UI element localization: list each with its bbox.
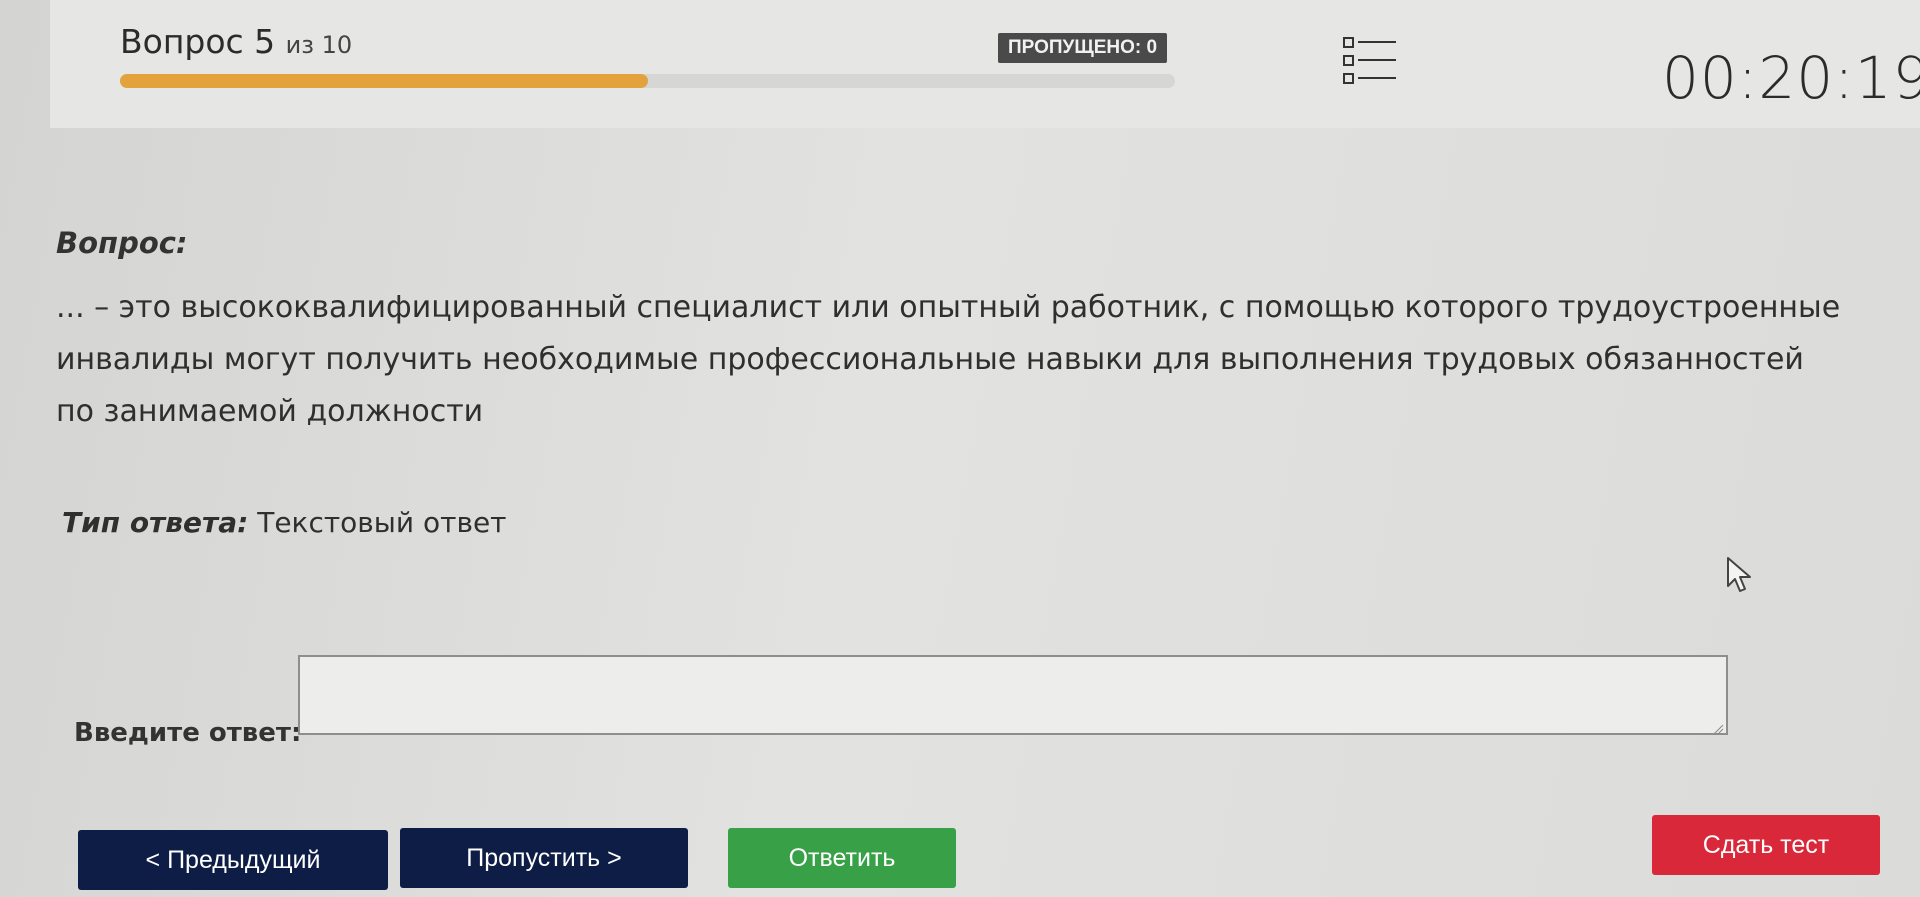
answer-button[interactable]: Ответить (728, 828, 956, 888)
question-label: Вопрос: (56, 226, 188, 260)
resize-grip-icon[interactable] (1712, 720, 1724, 735)
test-header: Вопрос 5 из 10 ПРОПУЩЕНО: 0 00:20:19 (50, 0, 1920, 128)
question-counter-total: из 10 (285, 31, 353, 59)
answer-type: Тип ответа: Текстовый ответ (62, 506, 506, 539)
skip-button[interactable]: Пропустить > (400, 828, 688, 888)
test-page: Вопрос 5 из 10 ПРОПУЩЕНО: 0 00:20:19 Воп… (0, 0, 1920, 897)
answer-input[interactable] (298, 655, 1728, 735)
skipped-badge: ПРОПУЩЕНО: 0 (998, 33, 1168, 63)
answer-type-label: Тип ответа: (62, 506, 249, 539)
timer: 00:20:19 (1662, 44, 1920, 112)
question-counter-current: Вопрос 5 (120, 22, 276, 61)
progress-bar-fill (120, 74, 648, 88)
mouse-pointer-icon (1726, 556, 1754, 596)
question-counter: Вопрос 5 из 10 (120, 22, 352, 61)
previous-button[interactable]: < Предыдущий (78, 830, 388, 890)
submit-test-button[interactable]: Сдать тест (1652, 815, 1880, 875)
progress-bar (120, 74, 1175, 88)
question-text: ... – это высококвалифицированный специа… (56, 290, 1841, 429)
list-icon[interactable] (1340, 34, 1400, 94)
answer-type-value: Текстовый ответ (257, 506, 507, 539)
answer-label: Введите ответ: (74, 718, 302, 748)
